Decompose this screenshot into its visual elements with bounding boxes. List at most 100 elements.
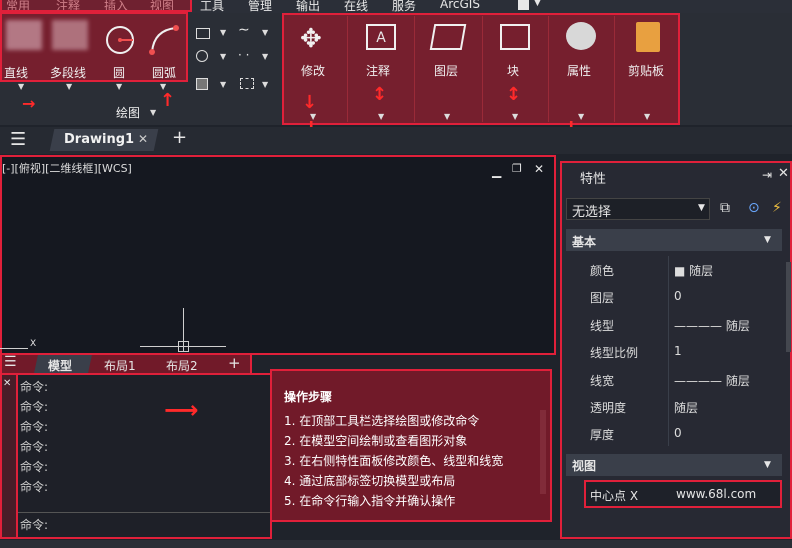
restore-icon[interactable]: ❐: [512, 162, 522, 175]
polyline-tool-label[interactable]: 多段线: [50, 64, 86, 81]
step-item: 2. 在模型空间绘制或查看图形对象: [284, 434, 468, 448]
tab-model-label[interactable]: 模型: [48, 357, 72, 374]
chevron-down-icon[interactable]: ▼: [116, 82, 122, 91]
add-layout-button[interactable]: +: [228, 354, 241, 372]
quick-access-icon[interactable]: [518, 0, 529, 10]
properties-title: 特性: [580, 172, 607, 187]
steps-title: 操作步骤: [284, 390, 333, 404]
menu-output[interactable]: 输出: [296, 0, 320, 14]
section-view-label[interactable]: 视图: [572, 457, 596, 474]
chevron-down-icon[interactable]: ▼: [644, 112, 650, 121]
chevron-down-icon[interactable]: ▼: [378, 112, 384, 121]
section-basic-label[interactable]: 基本: [572, 233, 596, 250]
arc-tool-icon[interactable]: [146, 24, 182, 56]
palette-icon[interactable]: [566, 22, 596, 50]
quick-select-icon[interactable]: ⚡: [772, 200, 782, 216]
chevron-down-icon[interactable]: ▼: [220, 80, 226, 89]
spline-tool-icon[interactable]: ∼: [238, 22, 250, 38]
chevron-down-icon[interactable]: ▼: [764, 235, 771, 245]
chevron-down-icon[interactable]: ▼: [698, 203, 705, 213]
chevron-down-icon[interactable]: ▼: [220, 28, 226, 37]
section-basic[interactable]: [566, 229, 782, 251]
chevron-down-icon[interactable]: ▼: [534, 0, 541, 8]
rectangle-tool-icon[interactable]: [196, 28, 210, 39]
point-tool-icon[interactable]: · ·: [238, 48, 249, 62]
arc-tool-label[interactable]: 圆弧: [152, 64, 176, 81]
highlight-viewport: [0, 155, 556, 355]
property-row[interactable]: 线型比例 1: [582, 338, 782, 364]
close-icon[interactable]: ✕: [138, 132, 148, 146]
properties-panel-label[interactable]: 属性: [567, 62, 591, 79]
property-row[interactable]: 透明度 随层: [582, 393, 782, 419]
polyline-tool-icon[interactable]: [52, 20, 88, 50]
properties-scrollbar[interactable]: [786, 262, 791, 352]
property-row[interactable]: 线型 ———— 随层: [582, 311, 782, 337]
line-tool-label[interactable]: 直线: [4, 64, 28, 81]
clipboard-panel-label[interactable]: 剪贴板: [628, 62, 664, 79]
modify-panel-label[interactable]: 修改: [301, 62, 325, 79]
chevron-down-icon[interactable]: ▼: [262, 52, 268, 61]
pin-icon[interactable]: ⇥: [762, 168, 772, 182]
layers-icon[interactable]: [429, 24, 467, 50]
hamburger-icon[interactable]: ☰: [10, 129, 26, 150]
minimize-icon[interactable]: ▁: [492, 164, 501, 178]
command-input[interactable]: 命令:: [20, 516, 48, 533]
property-row[interactable]: 颜色 ■ 随层: [582, 256, 782, 282]
chevron-down-icon[interactable]: ▼: [18, 82, 24, 91]
menu-online[interactable]: 在线: [344, 0, 368, 14]
chevron-down-icon[interactable]: ▼: [764, 460, 771, 470]
hamburger-icon[interactable]: ☰: [4, 354, 17, 370]
command-history-line: 命令:: [20, 400, 49, 414]
viewport-controls-label[interactable]: [-][俯视][二维线框][WCS]: [2, 160, 132, 176]
block-icon[interactable]: [500, 24, 530, 50]
menu-arcgis[interactable]: ArcGIS: [440, 0, 480, 11]
section-view[interactable]: [566, 454, 782, 476]
selection-value[interactable]: 无选择: [572, 201, 611, 220]
axis-x-label: X: [30, 339, 37, 349]
arrow-up-icon: ↑: [160, 90, 176, 111]
add-tab-button[interactable]: +: [172, 127, 187, 148]
property-row[interactable]: 厚度 0: [582, 420, 782, 446]
clipboard-icon[interactable]: [636, 22, 660, 52]
ucs-axis: [0, 348, 28, 349]
hatch-tool-icon[interactable]: [196, 78, 208, 90]
annotate-panel-label[interactable]: 注释: [366, 62, 390, 79]
region-tool-icon[interactable]: [240, 78, 254, 89]
draw-panel-label[interactable]: 绘图: [116, 104, 140, 121]
menu-manage[interactable]: 管理: [248, 0, 272, 14]
chevron-down-icon[interactable]: ▼: [262, 28, 268, 37]
arrow-updown-icon: ↕: [372, 84, 388, 105]
arrow-right-icon: ⟶: [164, 396, 199, 424]
center-x-value[interactable]: www.68l.com: [676, 487, 756, 501]
chevron-down-icon[interactable]: ▼: [150, 108, 156, 117]
line-tool-icon[interactable]: [6, 20, 42, 50]
close-icon[interactable]: ✕: [534, 162, 544, 176]
close-icon[interactable]: ✕: [3, 378, 11, 389]
chevron-down-icon[interactable]: ▼: [66, 82, 72, 91]
circle-tool-icon[interactable]: [102, 24, 138, 56]
block-panel-label[interactable]: 块: [507, 62, 519, 79]
chevron-down-icon[interactable]: ▼: [262, 80, 268, 89]
command-history-line: 命令:: [20, 440, 49, 454]
text-annotation-icon[interactable]: A: [366, 24, 396, 50]
menu-tools[interactable]: 工具: [200, 0, 224, 14]
circle-tool-label[interactable]: 圆: [113, 64, 125, 81]
chevron-down-icon[interactable]: ▼: [444, 112, 450, 121]
select-objects-icon[interactable]: ⊙: [748, 200, 760, 216]
center-x-key: 中心点 X: [590, 489, 639, 503]
chevron-down-icon[interactable]: ▼: [220, 52, 226, 61]
tab-layout2[interactable]: 布局2: [166, 357, 198, 374]
chevron-down-icon[interactable]: ▼: [512, 112, 518, 121]
close-icon[interactable]: ✕: [778, 166, 789, 181]
property-row[interactable]: 线宽 ———— 随层: [582, 366, 782, 392]
tab-drawing1-label[interactable]: Drawing1: [64, 132, 134, 147]
step-item: 1. 在顶部工具栏选择绘图或修改命令: [284, 414, 480, 428]
layer-panel-label[interactable]: 图层: [434, 62, 458, 79]
toggle-pickadd-icon[interactable]: ⧉: [720, 200, 730, 216]
ellipse-tool-icon[interactable]: [196, 50, 208, 62]
move-icon[interactable]: ✥: [300, 24, 322, 54]
menu-service[interactable]: 服务: [392, 0, 416, 14]
property-row[interactable]: 图层 0: [582, 283, 782, 309]
tab-layout1[interactable]: 布局1: [104, 357, 136, 374]
highlight-command-area: [16, 373, 272, 539]
